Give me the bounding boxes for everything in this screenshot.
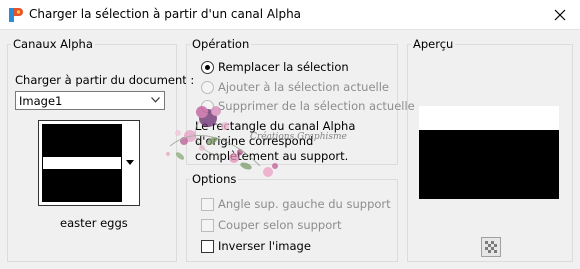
paint-palette-icon [9,8,23,22]
radio-button[interactable] [201,99,214,113]
window-title: Charger la sélection à partir d'un canal… [29,7,302,21]
load-from-label: Charger à partir du document : [15,73,195,87]
document-select[interactable]: Image1 [15,91,165,110]
operation-description: Le rectangle du canal Alpha d'origine co… [195,119,355,164]
checkbox-upper-left-corner[interactable]: Angle sup. gauche du support [201,196,391,212]
radio-label: Supprimer de la sélection actuelle [218,99,415,113]
checkbox-label: Angle sup. gauche du support [218,197,391,211]
checkerboard-icon [481,237,501,257]
radio-remove-from-selection[interactable]: Supprimer de la sélection actuelle [201,98,415,114]
title-bar: Charger la sélection à partir d'un canal… [0,0,580,30]
radio-button[interactable] [201,80,214,94]
checkbox-crop-to-canvas[interactable]: Couper selon support [201,217,342,233]
thumbnail-black-band-bottom [43,169,121,201]
description-line: d'origine correspond [195,134,314,148]
alpha-channel-thumbnail [42,124,122,202]
radio-add-to-selection[interactable]: Ajouter à la sélection actuelle [201,79,389,95]
checkbox[interactable] [201,197,214,211]
radio-button[interactable] [201,60,214,74]
checkbox-label: Inverser l'image [218,239,311,253]
options-group-label: Options [190,172,239,186]
thumbnail-black-band-top [43,125,121,157]
chevron-down-icon [151,97,160,103]
radio-label: Remplacer la sélection [218,60,349,74]
checkbox-label: Couper selon support [218,218,342,232]
checkbox[interactable] [201,218,214,232]
dropdown-arrow-icon[interactable] [126,160,134,165]
preview-group-label: Aperçu [411,37,456,51]
preview-white-band [419,106,559,130]
radio-label: Ajouter à la sélection actuelle [218,80,390,94]
channel-name: easter eggs [60,216,128,230]
close-button[interactable] [540,0,580,30]
preview-image [419,106,559,199]
alpha-channels-group-label: Canaux Alpha [11,37,95,51]
document-select-value: Image1 [19,94,63,108]
description-line: Le rectangle du canal Alpha [195,119,356,133]
checkbox[interactable] [201,239,214,253]
proof-toggle-button[interactable] [481,237,501,257]
radio-replace-selection[interactable]: Remplacer la sélection [201,59,349,75]
checkbox-invert-image[interactable]: Inverser l'image [201,238,311,254]
close-icon [554,9,566,21]
description-line: complètement au support. [195,149,349,163]
operation-group-label: Opération [190,37,252,51]
alpha-channel-selector[interactable] [38,120,140,206]
